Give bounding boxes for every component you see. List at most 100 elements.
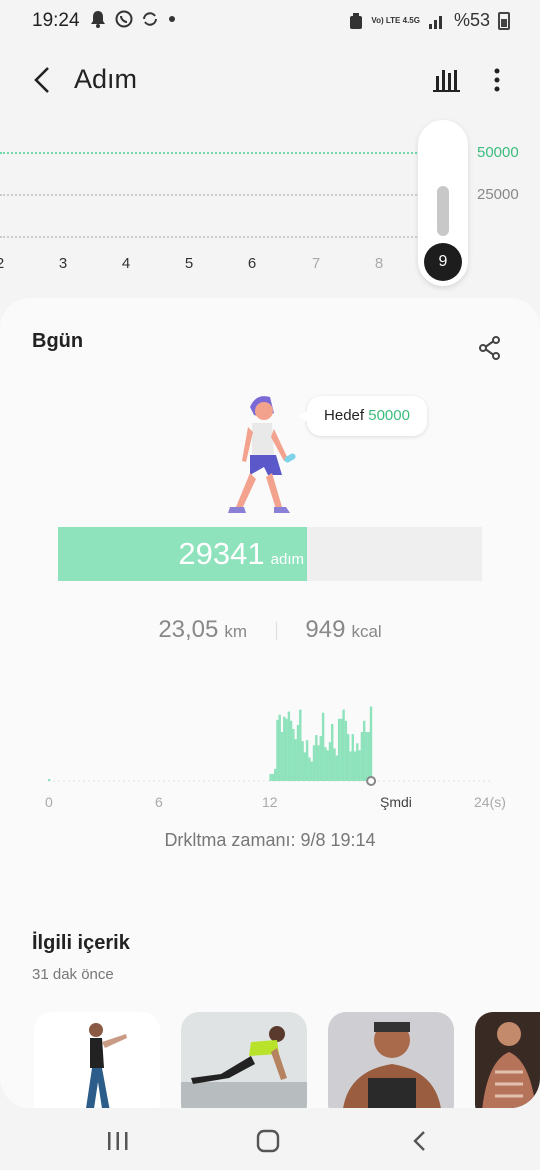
steps-count: 29341 adım — [108, 536, 304, 572]
muscle-anatomy-image[interactable] — [475, 1012, 540, 1108]
hourly-bar — [351, 734, 354, 781]
hourly-bar — [358, 750, 361, 781]
back-arrow-icon[interactable] — [26, 62, 62, 98]
whatsapp-icon — [115, 10, 133, 28]
hourly-bar — [360, 732, 364, 781]
alarm-icon — [350, 12, 363, 29]
stretching-woman-image[interactable] — [34, 1012, 160, 1108]
base-gridline — [0, 236, 420, 238]
hourly-bar — [319, 736, 322, 781]
related-content-subtitle: 31 dak önce — [32, 966, 114, 983]
hourly-bar — [312, 745, 316, 781]
hourly-bar — [283, 716, 286, 781]
hourly-bar — [271, 773, 275, 781]
day-label[interactable]: 6 — [242, 255, 262, 272]
nav-back-icon[interactable] — [400, 1126, 440, 1156]
page-title: Adım — [74, 64, 138, 94]
hourly-bar — [326, 750, 329, 781]
home-icon[interactable] — [248, 1126, 288, 1156]
hourly-axis-label: 6 — [155, 794, 163, 810]
hourly-bar — [340, 718, 343, 781]
walking-person-illustration — [220, 393, 310, 525]
hourly-bar — [310, 761, 313, 781]
battery-icon — [498, 11, 510, 30]
battery-label: %53 — [453, 10, 490, 30]
hourly-axis-label: Şmdi — [380, 794, 412, 810]
today-card: Bgün Hedef 50000 29341 adım 23,05 km 949 kc… — [0, 298, 540, 1108]
recent-apps-icon[interactable] — [98, 1126, 138, 1156]
goal-axis-label: 50000 — [477, 144, 519, 161]
hourly-bar — [365, 732, 368, 781]
status-time: 19:24 — [32, 10, 80, 31]
hourly-bar — [287, 711, 291, 781]
hourly-bar — [303, 752, 306, 781]
hourly-bar — [367, 732, 370, 781]
steps-value: 29341 — [178, 536, 265, 571]
hourly-bar — [292, 729, 295, 781]
dot-icon — [169, 16, 176, 22]
distance-value: 23,05 — [158, 616, 219, 643]
hourly-bar — [363, 720, 366, 781]
hourly-axis-label: 0 — [45, 794, 53, 810]
hourly-bar — [353, 751, 357, 781]
day-label[interactable]: 7 — [306, 255, 326, 272]
steps-unit: adım — [270, 551, 304, 568]
hourly-bar — [337, 718, 341, 781]
hourly-bar — [48, 779, 51, 781]
hourly-bar — [328, 742, 332, 781]
mid-gridline — [0, 194, 420, 196]
more-vert-icon[interactable] — [482, 62, 512, 98]
hourly-bar — [299, 709, 302, 781]
hourly-bar — [335, 755, 338, 781]
selected-day-label: 9 — [424, 243, 462, 281]
app-header: Adım — [0, 50, 540, 110]
goal-prefix: Hedef — [324, 407, 365, 424]
hourly-bar — [274, 768, 277, 781]
hourly-bar — [294, 739, 297, 781]
selected-day-pill[interactable]: 9 — [418, 120, 468, 286]
now-marker — [366, 776, 377, 786]
goal-gridline — [0, 152, 420, 154]
hourly-bar — [331, 723, 334, 781]
network-label: Vo) LTE 4.5G — [371, 16, 420, 25]
bar-chart-icon[interactable] — [428, 62, 464, 98]
distance-unit: km — [224, 622, 248, 641]
exercising-woman-image[interactable] — [181, 1012, 307, 1108]
status-right: Vo) LTE 4.5G %53 — [349, 10, 510, 31]
day-label[interactable]: 8 — [369, 255, 389, 272]
hourly-bar — [317, 745, 320, 781]
hourly-bar — [289, 720, 293, 781]
share-icon[interactable] — [476, 334, 504, 362]
status-bar: 19:24 Vo) LTE 4.5G %53 — [0, 0, 540, 44]
hourly-bar — [321, 712, 325, 781]
hourly-bar — [333, 748, 336, 781]
day-label[interactable]: 2 — [0, 255, 10, 272]
system-nav-bar — [0, 1110, 540, 1170]
notification-icon — [91, 11, 105, 28]
hourly-bar — [344, 720, 348, 781]
day-label[interactable]: 5 — [179, 255, 199, 272]
status-left-icons — [90, 10, 176, 30]
day-label[interactable]: 4 — [116, 255, 136, 272]
hourly-bar — [285, 718, 288, 781]
hourly-bar — [342, 709, 345, 781]
hourly-bar — [296, 724, 300, 781]
calories-unit: kcal — [351, 622, 382, 641]
mid-axis-label: 25000 — [477, 186, 519, 203]
hourly-bar — [356, 743, 359, 781]
hourly-bar — [308, 757, 311, 781]
hourly-bar — [276, 719, 279, 781]
hourly-bar — [349, 751, 352, 781]
goal-value: 50000 — [368, 407, 410, 424]
hourly-bar — [305, 740, 309, 781]
daily-steps-chart: 50000 25000 2 3 4 5 6 7 8 9 — [0, 110, 540, 290]
selected-day-bar — [437, 186, 449, 236]
day-label[interactable]: 3 — [53, 255, 73, 272]
distance-calories-row: 23,05 km 949 kcal — [0, 616, 540, 644]
bodybuilder-image[interactable] — [328, 1012, 454, 1108]
hourly-steps-chart: 0 6 12 Şmdi 24(s) — [0, 668, 540, 818]
card-title: Bgün — [32, 330, 84, 352]
related-content-title: İlgili içerik — [32, 932, 130, 954]
hourly-bar — [280, 732, 284, 781]
hourly-bar — [278, 714, 281, 781]
